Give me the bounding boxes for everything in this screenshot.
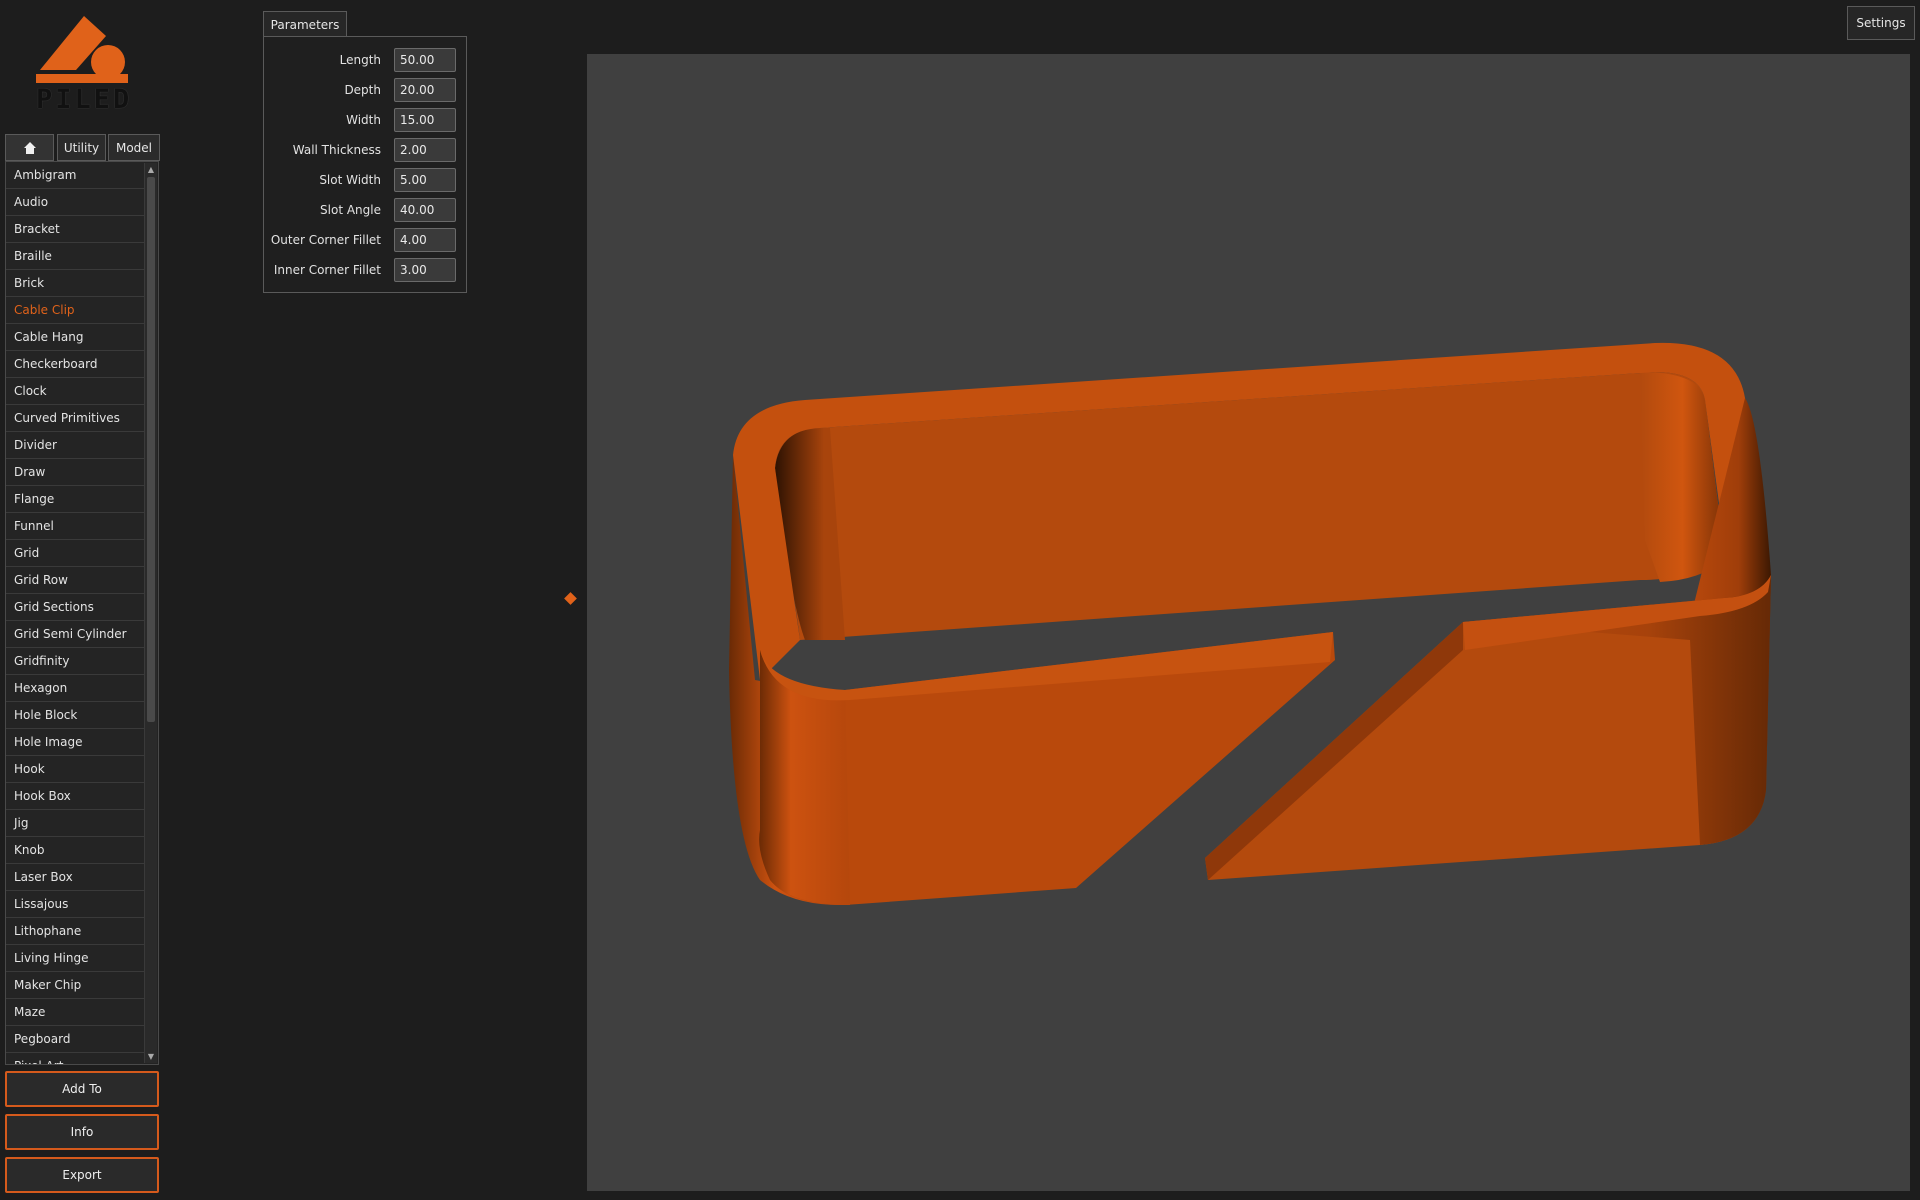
param-row: Length <box>264 48 466 72</box>
scroll-down-icon[interactable]: ▼ <box>146 1052 156 1061</box>
param-label: Width <box>346 113 381 127</box>
list-item[interactable]: Hole Block <box>6 702 144 729</box>
tab-utility[interactable]: Utility <box>57 134 106 161</box>
list-item[interactable]: Gridfinity <box>6 648 144 675</box>
param-label: Depth <box>344 83 381 97</box>
param-label: Outer Corner Fillet <box>270 233 381 247</box>
list-item[interactable]: Brick <box>6 270 144 297</box>
cable-clip-model <box>729 342 1771 905</box>
param-label: Slot Width <box>319 173 381 187</box>
list-item[interactable]: Maker Chip <box>6 972 144 999</box>
list-item[interactable]: Grid Sections <box>6 594 144 621</box>
list-item[interactable]: Pegboard <box>6 1026 144 1053</box>
list-item[interactable]: Lissajous <box>6 891 144 918</box>
param-input[interactable] <box>394 108 456 132</box>
list-item[interactable]: Hook <box>6 756 144 783</box>
list-item[interactable]: Hole Image <box>6 729 144 756</box>
list-item[interactable]: Checkerboard <box>6 351 144 378</box>
param-label: Length <box>339 53 381 67</box>
parameters-panel: Length Depth Width Wall Thickness Slot Width… <box>263 36 467 293</box>
param-row: Width <box>264 108 466 132</box>
param-row: Inner Corner Fillet <box>264 258 466 282</box>
view-pivot-marker[interactable] <box>564 592 577 605</box>
param-input[interactable] <box>394 78 456 102</box>
logo-text: PILED <box>36 84 133 115</box>
param-input[interactable] <box>394 168 456 192</box>
list-scrollbar[interactable]: ▲ ▼ <box>144 163 157 1063</box>
list-item[interactable]: Hook Box <box>6 783 144 810</box>
model-list: Ambigram Audio Bracket Braille Brick Cable Cl… <box>5 161 159 1065</box>
param-input[interactable] <box>394 48 456 72</box>
list-item[interactable]: Audio <box>6 189 144 216</box>
tab-home[interactable] <box>5 134 54 161</box>
list-item[interactable]: Draw <box>6 459 144 486</box>
piled-logo: PILED <box>36 14 136 122</box>
list-item[interactable]: Lithophane <box>6 918 144 945</box>
param-label: Slot Angle <box>320 203 381 217</box>
export-button[interactable]: Export <box>5 1157 159 1193</box>
scrollbar-thumb[interactable] <box>147 177 155 722</box>
3d-viewport[interactable] <box>587 54 1910 1191</box>
list-item[interactable]: Ambigram <box>6 162 144 189</box>
list-item[interactable]: Curved Primitives <box>6 405 144 432</box>
add-to-button[interactable]: Add To <box>5 1071 159 1107</box>
list-item[interactable]: Pixel Art <box>6 1053 144 1064</box>
param-label: Wall Thickness <box>292 143 381 157</box>
list-item[interactable]: Maze <box>6 999 144 1026</box>
model-list-items: Ambigram Audio Bracket Braille Brick Cable Cl… <box>6 162 144 1064</box>
list-item[interactable]: Grid Row <box>6 567 144 594</box>
list-item[interactable]: Divider <box>6 432 144 459</box>
list-item[interactable]: Braille <box>6 243 144 270</box>
list-item[interactable]: Living Hinge <box>6 945 144 972</box>
param-row: Wall Thickness <box>264 138 466 162</box>
list-item[interactable]: Grid <box>6 540 144 567</box>
param-row: Depth <box>264 78 466 102</box>
param-input[interactable] <box>394 198 456 222</box>
home-icon <box>23 142 36 154</box>
list-item[interactable]: Hexagon <box>6 675 144 702</box>
settings-button[interactable]: Settings <box>1847 6 1915 40</box>
param-row: Outer Corner Fillet <box>264 228 466 252</box>
tab-parameters[interactable]: Parameters <box>263 11 347 37</box>
param-input[interactable] <box>394 228 456 252</box>
list-item[interactable]: Jig <box>6 810 144 837</box>
param-row: Slot Angle <box>264 198 466 222</box>
info-button[interactable]: Info <box>5 1114 159 1150</box>
list-item[interactable]: Cable Clip <box>6 297 144 324</box>
list-item[interactable]: Clock <box>6 378 144 405</box>
list-item[interactable]: Grid Semi Cylinder <box>6 621 144 648</box>
list-item[interactable]: Flange <box>6 486 144 513</box>
list-item[interactable]: Bracket <box>6 216 144 243</box>
list-item[interactable]: Cable Hang <box>6 324 144 351</box>
list-item[interactable]: Laser Box <box>6 864 144 891</box>
list-item[interactable]: Knob <box>6 837 144 864</box>
param-input[interactable] <box>394 258 456 282</box>
list-item[interactable]: Funnel <box>6 513 144 540</box>
scroll-up-icon[interactable]: ▲ <box>146 165 156 174</box>
tab-model[interactable]: Model <box>108 134 160 161</box>
param-input[interactable] <box>394 138 456 162</box>
param-row: Slot Width <box>264 168 466 192</box>
param-label: Inner Corner Fillet <box>273 263 381 277</box>
